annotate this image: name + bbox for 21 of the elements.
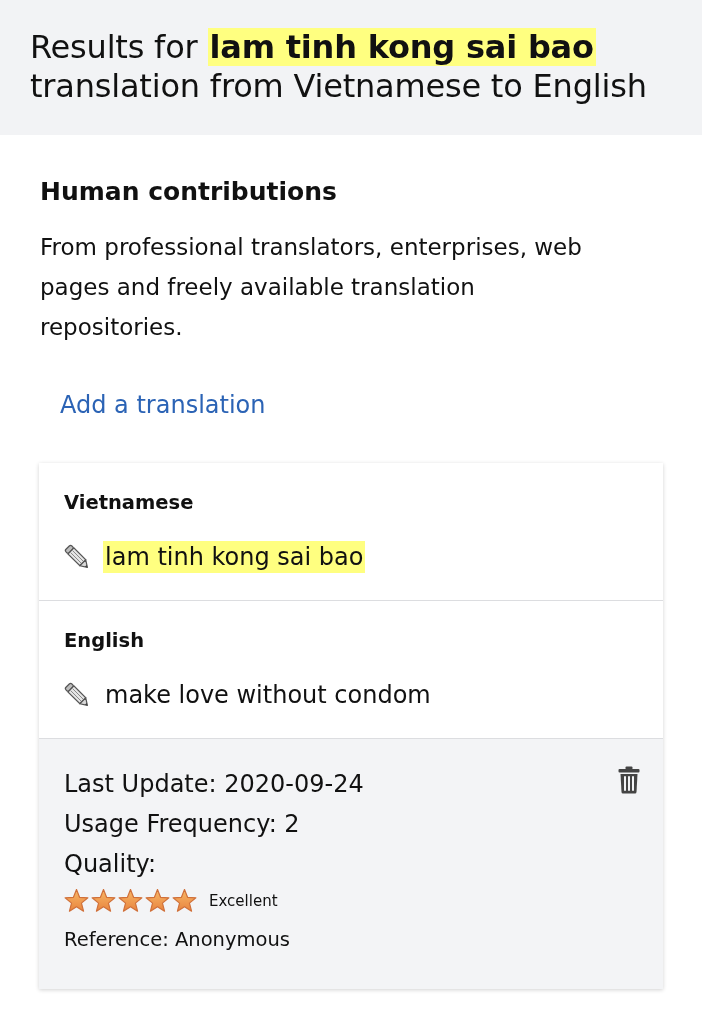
translation-text: lam tinh kong sai bao	[103, 541, 366, 573]
language-label: English	[64, 629, 146, 653]
star-icon	[118, 889, 143, 913]
translation-text: make love without condom	[104, 680, 432, 711]
trash-icon[interactable]	[618, 766, 640, 794]
results-title: Results for lam tinh kong sai bao translation from Vietnamese to English	[30, 28, 648, 106]
usage-frequency-text: Usage Frequency: 2	[64, 809, 301, 840]
pencil-icon	[64, 543, 91, 571]
add-translation-link[interactable]: Add a translation	[60, 390, 266, 420]
quality-label: Quality:	[64, 849, 158, 880]
star-icon	[172, 889, 197, 913]
last-update-text: Last Update: 2020-09-24	[64, 769, 364, 800]
quality-rating-text: Excellent	[209, 891, 278, 911]
star-icon	[145, 889, 170, 913]
section-heading: Human contributions	[40, 177, 338, 207]
language-label: Vietnamese	[64, 491, 195, 515]
reference-text: Reference: Anonymous	[64, 927, 291, 953]
star-icon	[64, 889, 89, 913]
pencil-icon	[64, 681, 91, 709]
section-description: From professional translators, enterprises, web pages and freely available translation repositories.	[40, 233, 583, 342]
star-icon	[91, 889, 116, 913]
